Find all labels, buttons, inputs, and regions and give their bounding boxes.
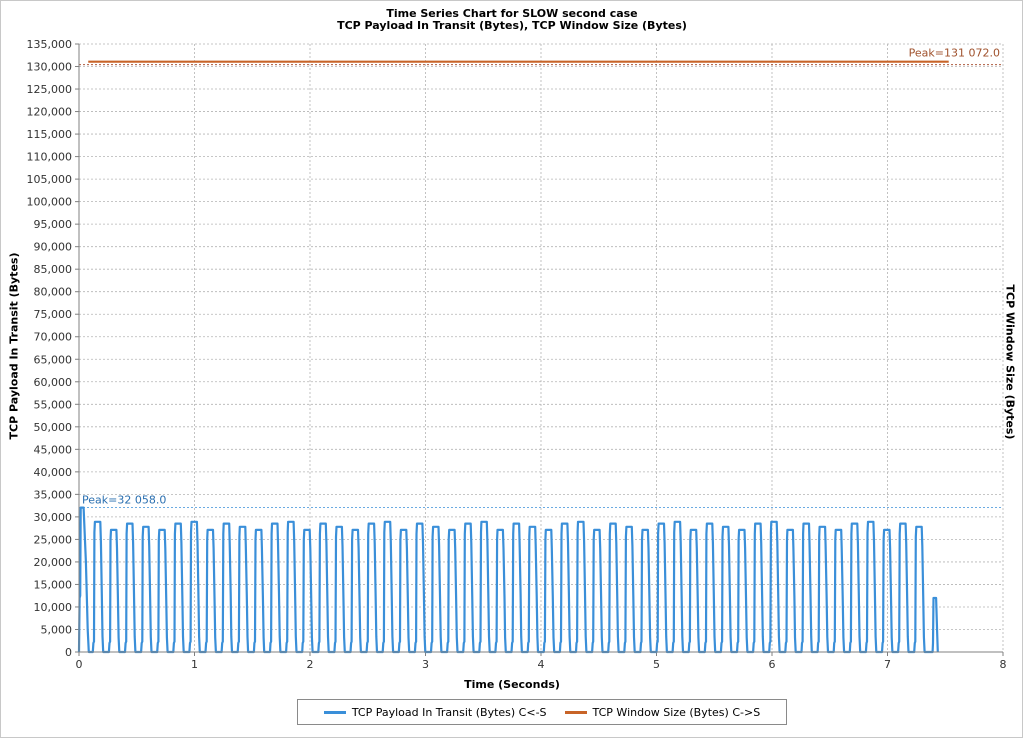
y-tick-label: 20,000 <box>34 556 73 569</box>
y-tick-label: 5,000 <box>41 623 73 636</box>
y-tick-label: 45,000 <box>34 443 73 456</box>
x-tick-label: 0 <box>76 658 83 671</box>
y-tick-label: 65,000 <box>34 353 73 366</box>
y-tick-label: 100,000 <box>27 196 73 209</box>
y-axis-label-left: TCP Payload In Transit (Bytes) <box>7 252 21 440</box>
legend-label-window: TCP Window Size (Bytes) C->S <box>592 705 761 719</box>
legend-item-payload: TCP Payload In Transit (Bytes) C<-S <box>323 705 547 719</box>
chart-plot: 0 5,000 10,000 15,000 20,000 25,000 30,000 35,0… <box>27 38 1007 671</box>
legend-swatch-payload <box>323 710 346 714</box>
y-tick-label: 60,000 <box>34 376 73 389</box>
y-tick-label: 115,000 <box>27 128 73 141</box>
y-tick-label: 25,000 <box>34 533 73 546</box>
x-tick-label: 8 <box>1000 658 1007 671</box>
x-tick-label: 6 <box>769 658 776 671</box>
y-tick-label: 85,000 <box>34 263 73 276</box>
y-tick-label: 70,000 <box>34 331 73 344</box>
legend-label-payload: TCP Payload In Transit (Bytes) C<-S <box>351 705 547 719</box>
y-tick-label: 10,000 <box>34 601 73 614</box>
y-axis-label-right: TCP Window Size (Bytes) <box>1003 284 1017 440</box>
y-axis-ticks: 0 5,000 10,000 15,000 20,000 25,000 30,000 35,0… <box>27 38 79 659</box>
y-tick-label: 130,000 <box>27 61 73 74</box>
y-tick-label: 50,000 <box>34 421 73 434</box>
y-tick-label: 15,000 <box>34 578 73 591</box>
x-axis-ticks: 0 1 2 3 4 5 6 7 8 <box>76 652 1007 671</box>
peak-label-payload: Peak=32 058.0 <box>82 494 166 507</box>
legend-item-window: TCP Window Size (Bytes) C->S <box>564 705 761 719</box>
grid-layer <box>79 43 1004 652</box>
x-tick-label: 1 <box>191 658 198 671</box>
y-tick-label: 0 <box>65 646 72 659</box>
x-tick-label: 7 <box>884 658 891 671</box>
y-tick-label: 135,000 <box>27 38 73 51</box>
x-tick-label: 3 <box>422 658 429 671</box>
legend: TCP Payload In Transit (Bytes) C<-S TCP … <box>297 699 787 725</box>
y-tick-label: 120,000 <box>27 106 73 119</box>
y-tick-label: 105,000 <box>27 173 73 186</box>
y-tick-label: 40,000 <box>34 466 73 479</box>
y-tick-label: 90,000 <box>34 241 73 254</box>
legend-swatch-window <box>564 710 587 714</box>
y-tick-label: 55,000 <box>34 398 73 411</box>
x-tick-label: 2 <box>307 658 314 671</box>
x-axis-label: Time (Seconds) <box>464 678 560 691</box>
y-tick-label: 95,000 <box>34 218 73 231</box>
x-tick-label: 5 <box>653 658 660 671</box>
y-tick-label: 80,000 <box>34 286 73 299</box>
peak-label-window: Peak=131 072.0 <box>909 47 1000 60</box>
x-tick-label: 4 <box>538 658 545 671</box>
y-tick-label: 125,000 <box>27 83 73 96</box>
y-tick-label: 110,000 <box>27 151 73 164</box>
y-tick-label: 30,000 <box>34 511 73 524</box>
y-tick-label: 75,000 <box>34 308 73 321</box>
y-tick-label: 35,000 <box>34 488 73 501</box>
